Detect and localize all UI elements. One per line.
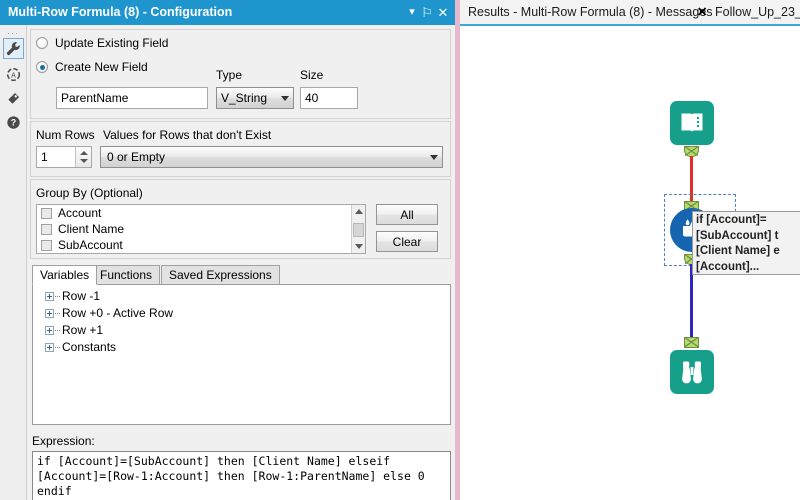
workflow-canvas[interactable]: if [Account]= [SubAccount] t [Client Nam… bbox=[460, 26, 800, 500]
tab-results-messages[interactable]: Results - Multi-Row Formula (8) - Messag… bbox=[468, 0, 713, 24]
list-item[interactable]: Parent Name bbox=[37, 253, 365, 254]
select-all-button[interactable]: All bbox=[376, 204, 438, 225]
num-rows-label: Num Rows bbox=[36, 128, 95, 142]
scrollbar-thumb[interactable] bbox=[353, 223, 364, 237]
tree-node[interactable]: Row -1 bbox=[33, 288, 450, 305]
list-item[interactable]: Account bbox=[37, 205, 365, 221]
clear-button[interactable]: Clear bbox=[376, 231, 438, 252]
input-anchor[interactable] bbox=[684, 337, 699, 348]
create-new-field-label: Create New Field bbox=[55, 60, 148, 74]
label-icon[interactable] bbox=[3, 88, 24, 109]
binoculars-icon bbox=[682, 361, 702, 384]
radio-indicator bbox=[36, 37, 48, 49]
stepper-buttons[interactable] bbox=[75, 147, 91, 167]
list-item-label: SubAccount bbox=[58, 238, 123, 252]
expand-icon[interactable] bbox=[45, 326, 54, 335]
tab-saved-expressions[interactable]: Saved Expressions bbox=[161, 265, 280, 285]
tab-follow-up[interactable]: Follow_Up_23_0 bbox=[715, 0, 800, 24]
chevron-down-icon bbox=[430, 155, 438, 160]
type-value: V_String bbox=[221, 91, 268, 105]
expand-icon[interactable] bbox=[45, 343, 54, 352]
close-icon[interactable]: ✕ bbox=[697, 0, 707, 24]
connection-formula-to-browse[interactable] bbox=[690, 264, 693, 338]
scroll-up-icon[interactable] bbox=[352, 205, 365, 218]
list-item-label: Parent Name bbox=[58, 253, 129, 254]
num-rows-value: 1 bbox=[41, 150, 48, 164]
config-icon-rail: ··· A ? bbox=[0, 25, 27, 500]
values-for-rows-label: Values for Rows that don't Exist bbox=[103, 128, 272, 142]
values-for-rows-select[interactable]: 0 or Empty bbox=[100, 146, 443, 168]
input-data-tool[interactable] bbox=[670, 101, 714, 145]
type-label: Type bbox=[216, 68, 243, 82]
wrench-icon[interactable] bbox=[3, 38, 24, 59]
config-body: Update Existing Field Create New Field P… bbox=[28, 26, 455, 500]
size-input[interactable]: 40 bbox=[300, 87, 358, 109]
expression-label: Expression: bbox=[32, 434, 95, 448]
update-existing-field-label: Update Existing Field bbox=[55, 36, 169, 50]
list-item-label: Client Name bbox=[58, 222, 125, 236]
tree-node-label: Constants bbox=[62, 340, 117, 354]
tree-node-label: Row +0 - Active Row bbox=[62, 306, 174, 320]
stepper-down-icon[interactable] bbox=[80, 159, 88, 163]
create-new-field-radio[interactable]: Create New Field bbox=[36, 60, 148, 74]
book-icon bbox=[681, 113, 703, 133]
variables-tree[interactable]: Row -1 Row +0 - Active Row Row +1 Consta… bbox=[32, 284, 451, 425]
help-icon[interactable]: ? bbox=[3, 112, 24, 133]
size-label: Size bbox=[300, 68, 324, 82]
expression-input[interactable]: if [Account]=[SubAccount] then [Client N… bbox=[32, 451, 451, 500]
values-for-rows-value: 0 or Empty bbox=[107, 150, 166, 164]
app-window: Multi-Row Formula (8) - Configuration ▾ … bbox=[0, 0, 800, 500]
tool-body bbox=[670, 101, 714, 145]
tree-node-label: Row +1 bbox=[62, 323, 104, 337]
stepper-up-icon[interactable] bbox=[80, 151, 88, 155]
checkbox[interactable] bbox=[41, 223, 52, 235]
tab-variables[interactable]: Variables bbox=[32, 265, 98, 285]
chevron-down-icon[interactable]: ▾ bbox=[404, 0, 420, 25]
rail-grip-dots: ··· bbox=[7, 28, 19, 38]
list-item[interactable]: Client Name bbox=[37, 221, 365, 237]
new-field-name-input[interactable]: ParentName bbox=[56, 87, 208, 109]
tool-body bbox=[670, 350, 714, 394]
right-pane: Results - Multi-Row Formula (8) - Messag… bbox=[460, 0, 800, 500]
config-title: Multi-Row Formula (8) - Configuration bbox=[8, 5, 233, 19]
group-by-label: Group By (Optional) bbox=[36, 186, 143, 200]
checkbox[interactable] bbox=[41, 239, 52, 251]
checkbox[interactable] bbox=[41, 207, 52, 219]
update-existing-field-radio[interactable]: Update Existing Field bbox=[36, 36, 168, 50]
scroll-down-icon[interactable] bbox=[352, 240, 365, 253]
chevron-down-icon bbox=[281, 96, 289, 101]
group-by-list[interactable]: Account Client Name SubAccount Parent Na… bbox=[36, 204, 366, 254]
pin-icon[interactable]: ⚐ bbox=[419, 0, 435, 25]
list-scrollbar[interactable] bbox=[351, 205, 365, 253]
radio-indicator bbox=[36, 61, 48, 73]
tool-annotation: if [Account]= [SubAccount] t [Client Nam… bbox=[692, 211, 800, 275]
num-rows-stepper[interactable]: 1 bbox=[36, 146, 92, 168]
tree-node-label: Row -1 bbox=[62, 289, 101, 303]
close-icon[interactable]: ✕ bbox=[435, 0, 451, 25]
expand-icon[interactable] bbox=[45, 292, 54, 301]
results-tab-bar: Results - Multi-Row Formula (8) - Messag… bbox=[460, 0, 800, 26]
tree-node[interactable]: Constants bbox=[33, 339, 450, 356]
list-item[interactable]: SubAccount bbox=[37, 237, 365, 253]
browse-tool[interactable] bbox=[670, 350, 714, 394]
svg-text:?: ? bbox=[11, 118, 16, 128]
annotation-icon[interactable]: A bbox=[3, 64, 24, 85]
tab-functions[interactable]: Functions bbox=[92, 265, 161, 285]
list-item-label: Account bbox=[58, 206, 102, 220]
config-title-bar: Multi-Row Formula (8) - Configuration ▾ … bbox=[0, 0, 455, 25]
expand-icon[interactable] bbox=[45, 309, 54, 318]
svg-text:A: A bbox=[11, 72, 16, 79]
type-select[interactable]: V_String bbox=[216, 87, 294, 109]
configuration-panel: Multi-Row Formula (8) - Configuration ▾ … bbox=[0, 0, 455, 500]
tree-node[interactable]: Row +1 bbox=[33, 322, 450, 339]
tree-node[interactable]: Row +0 - Active Row bbox=[33, 305, 450, 322]
